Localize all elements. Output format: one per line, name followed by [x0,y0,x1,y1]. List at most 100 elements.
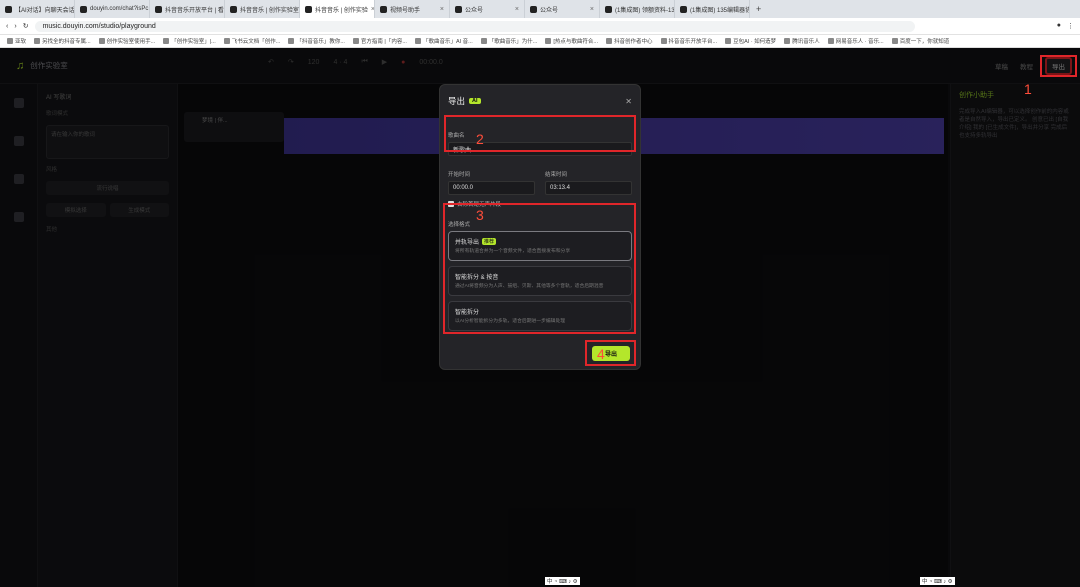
annotation-box-format [443,203,636,334]
browser-tab[interactable]: 抖音音乐开放平台 | 看见× [150,0,225,18]
tab-label: 公众号 [465,7,484,14]
tab-label: 公众号 [540,7,559,14]
address-bar: ‹ › ↻ music.douyin.com/studio/playground… [0,18,1080,35]
tab-close-icon[interactable]: × [440,6,444,13]
end-time-label: 结束时间 [545,172,568,178]
bookmark-label: 官方指南 |「内容... [360,39,407,45]
bookmark-label: [热点与歌曲符合... [553,39,598,45]
tab-label: 抖音音乐 | 创作实验室 | [240,7,300,14]
annotation-number: 1 [1024,81,1032,97]
dialog-title: 导出 [448,96,466,106]
bookmark-item[interactable]: [热点与歌曲符合... [542,37,601,45]
bookmark-item[interactable]: 腾讯音乐人 [781,37,823,45]
bookmark-icon [163,38,170,44]
end-time-input[interactable]: 03:13.4 [545,181,632,195]
bookmark-icon [725,38,732,44]
tab-favicon-icon [530,5,537,13]
bookmark-icon [223,38,230,44]
forward-icon[interactable]: › [14,23,16,30]
bookmark-icon [545,38,552,44]
browser-tab-strip: 【AI对话】向聊天会话...×douyin.com/chat?isPc×抖音音乐… [0,0,1080,18]
browser-tab[interactable]: (1集成图) 135编辑器协× [675,0,750,18]
close-icon[interactable]: ✕ [625,97,632,106]
bookmark-icon [827,38,834,44]
tab-label: (1集成图) 135编辑器协 [690,7,750,14]
bookmark-label: 抖音音乐开放平台... [668,39,718,45]
dialog-header: 导出 AI ✕ [448,93,632,109]
bookmark-icon [660,38,667,44]
back-icon[interactable]: ‹ [6,23,8,30]
bookmark-item[interactable]: 抖音音乐开放平台... [658,37,721,45]
bookmark-icon [784,38,791,44]
ime-toolbar: 中 ◔ ⌨ ♪ ⚙ [920,577,955,585]
bookmark-item[interactable]: 百度一下，你就知道 [889,37,953,45]
tab-favicon-icon [155,5,162,13]
bookmark-label: 豆包AI · 如何造梦 [733,39,777,45]
tab-close-icon[interactable]: × [590,6,594,13]
bookmark-item[interactable]: 抖音创作者中心 [603,37,656,45]
tab-favicon-icon [380,5,387,13]
bookmark-icon [98,38,105,44]
ime-toolbar: 中 ◔ ⌨ ♪ ⚙ [545,577,580,585]
bookmark-label: 「歌曲音乐」为什... [488,39,538,45]
ai-badge: AI [469,98,481,104]
ime-icon[interactable]: 中 ◔ ⌨ ♪ ⚙ [922,577,953,585]
annotation-number: 2 [476,131,484,147]
bookmark-item[interactable]: 「歌曲音乐」AI 音... [412,37,476,45]
bookmark-item[interactable]: 「创作实验室」|... [160,37,219,45]
tab-label: douyin.com/chat?isPc [90,6,149,12]
bookmark-label: 飞书云文档「创作... [231,39,281,45]
browser-tab[interactable]: 公众号 × [450,0,525,18]
tab-favicon-icon [80,5,87,13]
browser-tab[interactable]: 【AI对话】向聊天会话...× [0,0,75,18]
bookmark-item[interactable]: 「抖音音乐」教你... [285,37,348,45]
browser-tab[interactable]: (1集成图) 领额资料-13× [600,0,675,18]
bookmark-label: 「抖音音乐」教你... [296,39,345,45]
annotation-number: 4 [597,346,605,362]
url-field[interactable]: music.douyin.com/studio/playground [34,20,915,32]
bookmark-label: 「创作实验室」|... [171,39,216,45]
new-tab-icon[interactable]: + [750,4,767,14]
bookmark-item[interactable]: 飞书云文档「创作... [221,37,284,45]
tab-favicon-icon [605,5,612,13]
bookmark-item[interactable]: 另找全的抖音专属... [31,37,94,45]
bookmark-icon [34,38,41,44]
bookmark-icon [414,38,421,44]
profile-icon[interactable]: ● [1057,22,1061,30]
bookmark-label: 腾讯音乐人 [792,39,820,45]
browser-tab[interactable]: 抖音音乐 | 创作实验室 |× [225,0,300,18]
annotation-number: 3 [476,207,484,223]
bookmark-label: 创作实验室使用手... [106,39,156,45]
browser-tab[interactable]: 视频号助手 × [375,0,450,18]
tab-favicon-icon [680,5,687,13]
start-time-label: 开始时间 [448,172,471,178]
bookmark-icon [7,38,13,44]
bookmark-icon [352,38,359,44]
time-range-row: 开始时间 00:00.0 结束时间 03:13.4 [448,170,632,195]
bookmark-item[interactable]: 「歌曲音乐」为什... [478,37,541,45]
tab-label: 视频号助手 [390,7,421,14]
browser-tab[interactable]: 公众号 × [525,0,600,18]
browser-tab[interactable]: douyin.com/chat?isPc× [75,0,150,18]
bookmark-icon [480,38,487,44]
bookmark-label: 抖音创作者中心 [613,39,653,45]
browser-tab[interactable]: 抖音音乐 | 创作实验 × [300,0,375,18]
tab-close-icon[interactable]: × [515,6,519,13]
bookmark-item[interactable]: 网易音乐人 · 音乐... [825,37,887,45]
start-time-input[interactable]: 00:00.0 [448,181,535,195]
menu-icon[interactable]: ⋮ [1067,22,1074,30]
bookmark-label: 网易音乐人 · 音乐... [835,39,884,45]
tab-label: 【AI对话】向聊天会话... [15,7,75,14]
bookmark-item[interactable]: 豆包AI · 如何造梦 [722,37,779,45]
ime-icon[interactable]: 中 ◔ ⌨ ♪ ⚙ [547,577,578,585]
tab-label: 抖音音乐 | 创作实验 [315,7,368,14]
bookmark-item[interactable]: 创作实验室使用手... [96,37,159,45]
bookmark-label: 另找全的抖音专属... [42,39,91,45]
annotation-box-export [585,340,636,366]
bookmark-label: 亚软 [15,39,27,45]
reload-icon[interactable]: ↻ [23,22,29,30]
tab-favicon-icon [230,5,237,13]
bookmark-item[interactable]: 官方指南 |「内容... [350,37,410,45]
bookmark-icon [605,38,612,44]
bookmark-item[interactable]: 亚软 [4,37,29,45]
